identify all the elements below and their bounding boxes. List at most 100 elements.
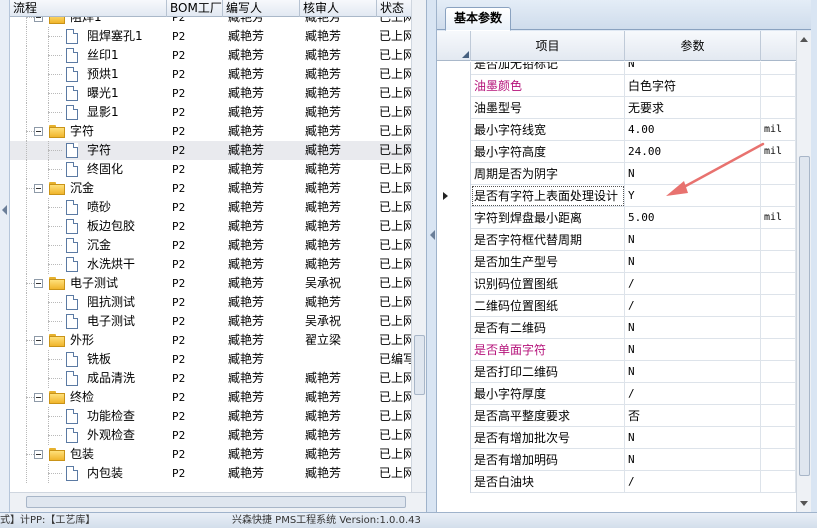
parameter-row[interactable]: 最小字符线宽 4.00 mil <box>437 119 796 141</box>
row-selector[interactable] <box>437 449 471 471</box>
tree-vertical-scrollbar[interactable] <box>411 0 426 492</box>
tree-folder-row[interactable]: 沉金 P2 臧艳芳 臧艳芳 已上网 <box>10 179 411 198</box>
parameter-value[interactable]: N <box>625 317 761 339</box>
column-header-reviewer[interactable]: 核审人 <box>300 0 377 17</box>
tree-item-row[interactable]: 预烘1 P2 臧艳芳 臧艳芳 已上网 <box>10 65 411 84</box>
row-selector[interactable] <box>437 75 471 97</box>
parameter-value[interactable]: N <box>625 361 761 383</box>
row-selector[interactable] <box>437 295 471 317</box>
grid-vertical-scrollbar[interactable] <box>796 31 811 512</box>
row-selector[interactable] <box>437 141 471 163</box>
parameter-value[interactable]: / <box>625 295 761 317</box>
parameter-row[interactable]: 最小字符厚度 / <box>437 383 796 405</box>
parameter-value[interactable]: 无要求 <box>625 97 761 119</box>
parameter-value[interactable]: N <box>625 449 761 471</box>
column-header-writer[interactable]: 编写人 <box>223 0 300 17</box>
parameter-value[interactable]: N <box>625 229 761 251</box>
tree-horizontal-scrollbar[interactable] <box>10 492 426 512</box>
tree-item-row[interactable]: 字符 P2 臧艳芳 臧艳芳 已上网 <box>10 141 411 160</box>
collapse-toggle-icon[interactable] <box>34 17 43 22</box>
row-selector[interactable] <box>437 119 471 141</box>
parameter-value[interactable]: N <box>625 163 761 185</box>
parameter-value[interactable]: N <box>625 427 761 449</box>
parameter-value[interactable]: 24.00 <box>625 141 761 163</box>
parameter-row[interactable]: 是否加生产型号 N <box>437 251 796 273</box>
parameter-row[interactable]: 识别码位置图纸 / <box>437 273 796 295</box>
row-selector[interactable] <box>437 339 471 361</box>
row-selector[interactable] <box>437 207 471 229</box>
parameter-value[interactable]: 4.00 <box>625 119 761 141</box>
parameter-value[interactable]: N <box>625 339 761 361</box>
parameter-row[interactable]: 字符到焊盘最小距离 5.00 mil <box>437 207 796 229</box>
scroll-up-icon[interactable] <box>800 37 808 42</box>
parameter-row[interactable]: 是否白油块 / <box>437 471 796 493</box>
column-header-bom[interactable]: BOM工厂 <box>167 0 223 17</box>
column-header-value[interactable]: 参数 <box>625 31 761 61</box>
parameter-row[interactable]: 油墨颜色 白色字符 <box>437 75 796 97</box>
tree-folder-row[interactable]: 包装 P2 臧艳芳 臧艳芳 已上网 <box>10 445 411 464</box>
tree-item-row[interactable]: 阻抗测试 P2 臧艳芳 臧艳芳 已上网 <box>10 293 411 312</box>
parameter-row[interactable]: 周期是否为阴字 N <box>437 163 796 185</box>
row-selector[interactable] <box>437 361 471 383</box>
parameter-value[interactable]: / <box>625 471 761 493</box>
tree-item-row[interactable]: 内包装 P2 臧艳芳 臧艳芳 已上网 <box>10 464 411 483</box>
collapse-toggle-icon[interactable] <box>34 184 43 193</box>
row-selector[interactable] <box>437 317 471 339</box>
parameter-value[interactable]: / <box>625 273 761 295</box>
tree-item-row[interactable]: 终固化 P2 臧艳芳 臧艳芳 已上网 <box>10 160 411 179</box>
tree-item-row[interactable]: 电子测试 P2 臧艳芳 吴承祝 已上网 <box>10 312 411 331</box>
scroll-thumb[interactable] <box>414 335 425 395</box>
grid-corner[interactable] <box>437 31 471 61</box>
tree-item-row[interactable]: 板边包胶 P2 臧艳芳 臧艳芳 已上网 <box>10 217 411 236</box>
panel-splitter[interactable] <box>426 0 437 512</box>
parameter-row[interactable]: 是否有增加批次号 N <box>437 427 796 449</box>
row-selector[interactable] <box>437 471 471 493</box>
row-selector[interactable] <box>437 62 471 75</box>
tree-item-row[interactable]: 水洗烘干 P2 臧艳芳 臧艳芳 已上网 <box>10 255 411 274</box>
parameter-value[interactable]: N <box>625 251 761 273</box>
parameter-row[interactable]: 是否高平整度要求否 <box>437 405 796 427</box>
tree-folder-row[interactable]: 电子测试 P2 臧艳芳 吴承祝 已上网 <box>10 274 411 293</box>
scroll-thumb[interactable] <box>26 496 406 508</box>
tree-folder-row[interactable]: 阻焊1 P2 臧艳芳 臧艳芳 已上网 <box>10 17 411 27</box>
row-selector[interactable] <box>437 251 471 273</box>
parameter-row[interactable]: 是否有二维码 N <box>437 317 796 339</box>
row-selector[interactable] <box>437 383 471 405</box>
tree-item-row[interactable]: 丝印1 P2 臧艳芳 臧艳芳 已上网 <box>10 46 411 65</box>
tree-folder-row[interactable]: 终检 P2 臧艳芳 臧艳芳 已上网 <box>10 388 411 407</box>
row-selector[interactable] <box>437 185 471 207</box>
collapse-toggle-icon[interactable] <box>34 393 43 402</box>
parameter-row[interactable]: 是否有字符上表面处理设计 Y <box>437 185 796 207</box>
tree-item-row[interactable]: 喷砂 P2 臧艳芳 臧艳芳 已上网 <box>10 198 411 217</box>
parameter-row[interactable]: 是否有增加明码 N <box>437 449 796 471</box>
parameter-value[interactable]: 白色字符 <box>625 75 761 97</box>
parameter-row[interactable]: 是否字符框代替周期 N <box>437 229 796 251</box>
tree-item-row[interactable]: 成品清洗 P2 臧艳芳 臧艳芳 已上网 <box>10 369 411 388</box>
parameter-value[interactable]: 否 <box>625 405 761 427</box>
parameter-row[interactable]: 是否加无铅标记 N <box>437 62 796 75</box>
parameter-row[interactable]: 二维码位置图纸 / <box>437 295 796 317</box>
row-selector[interactable] <box>437 405 471 427</box>
parameter-value[interactable]: Y <box>625 185 761 207</box>
tree-item-row[interactable]: 铣板 P2 臧艳芳 已编写 <box>10 350 411 369</box>
tab-basic-parameters[interactable]: 基本参数 <box>445 7 512 31</box>
scroll-thumb[interactable] <box>799 156 810 476</box>
left-collapse-bar[interactable] <box>0 0 10 512</box>
splitter-grip-icon[interactable] <box>2 205 7 215</box>
tree-item-row[interactable]: 外观检查 P2 臧艳芳 臧艳芳 已上网 <box>10 426 411 445</box>
parameter-row[interactable]: 是否单面字符 N <box>437 339 796 361</box>
collapse-toggle-icon[interactable] <box>34 127 43 136</box>
row-selector[interactable] <box>437 97 471 119</box>
row-selector[interactable] <box>437 427 471 449</box>
column-header-process[interactable]: 流程 <box>10 0 167 17</box>
tree-item-row[interactable]: 曝光1 P2 臧艳芳 臧艳芳 已上网 <box>10 84 411 103</box>
tree-folder-row[interactable]: 外形 P2 臧艳芳 翟立梁 已上网 <box>10 331 411 350</box>
column-header-status[interactable]: 状态 <box>377 0 411 17</box>
parameter-value[interactable]: / <box>625 383 761 405</box>
parameter-row[interactable]: 是否打印二维码 N <box>437 361 796 383</box>
row-selector[interactable] <box>437 229 471 251</box>
column-header-unit[interactable] <box>761 31 796 61</box>
tree-item-row[interactable]: 沉金 P2 臧艳芳 臧艳芳 已上网 <box>10 236 411 255</box>
parameter-row[interactable]: 最小字符高度 24.00 mil <box>437 141 796 163</box>
column-header-item[interactable]: 项目 <box>471 31 625 61</box>
